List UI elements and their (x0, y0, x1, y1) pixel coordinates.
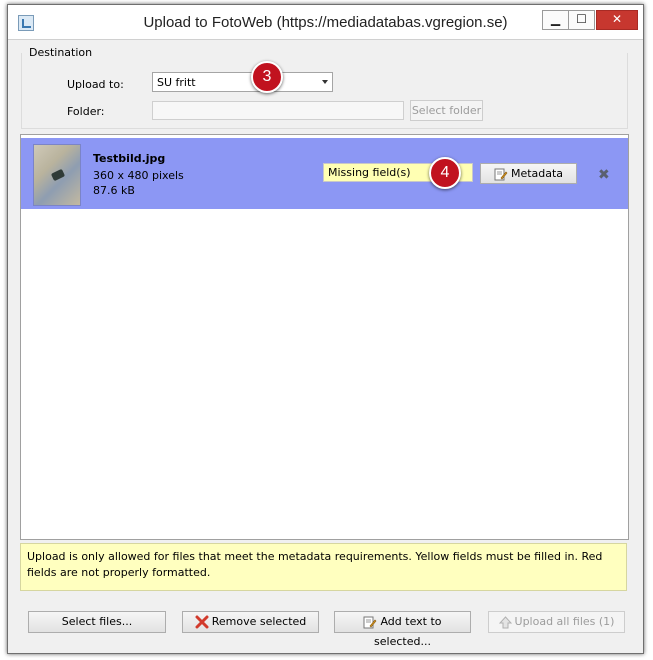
remove-selected-label: Remove selected (211, 615, 307, 628)
folder-field (152, 101, 404, 120)
destination-legend: Destination (27, 46, 95, 59)
close-button[interactable]: ✕ (596, 10, 638, 30)
maximize-button[interactable]: ☐ (568, 10, 595, 30)
upload-all-button[interactable]: Upload all files (1) (488, 611, 625, 633)
select-folder-button[interactable]: Select folder (410, 100, 483, 121)
metadata-button-label: Metadata (510, 167, 564, 180)
upload-all-label: Upload all files (1) (514, 615, 615, 628)
step-callout-4: 4 (429, 157, 461, 189)
remove-selected-button[interactable]: Remove selected (182, 611, 319, 633)
file-name: Testbild.jpg (93, 152, 166, 165)
remove-icon (195, 615, 209, 629)
step-callout-3: 3 (251, 61, 283, 93)
upload-arrow-icon (498, 615, 512, 628)
title-bar: Upload to FotoWeb (https://mediadatabas.… (8, 5, 643, 40)
file-list[interactable]: Testbild.jpg 360 x 480 pixels 87.6 kB Mi… (20, 134, 629, 540)
metadata-button[interactable]: Metadata (480, 163, 577, 184)
thumbnail-detail (50, 168, 66, 182)
edit-document-icon (494, 168, 508, 180)
upload-to-value: SU fritt (157, 76, 196, 89)
info-message: Upload is only allowed for files that me… (20, 543, 627, 591)
minimize-button[interactable]: ▁ (542, 10, 569, 30)
file-thumbnail (33, 144, 81, 206)
edit-document-icon (363, 616, 377, 628)
upload-to-select[interactable]: SU fritt (152, 72, 333, 92)
add-text-button[interactable]: Add text to selected... (334, 611, 471, 648)
remove-file-icon[interactable]: ✖ (598, 167, 610, 183)
folder-label: Folder: (67, 105, 105, 118)
dropdown-arrow-icon (322, 80, 328, 84)
upload-to-label: Upload to: (67, 78, 124, 91)
file-row[interactable]: Testbild.jpg 360 x 480 pixels 87.6 kB Mi… (21, 138, 628, 209)
select-files-button[interactable]: Select files... (28, 611, 166, 633)
file-dimensions: 360 x 480 pixels (93, 169, 184, 182)
file-size: 87.6 kB (93, 184, 135, 197)
